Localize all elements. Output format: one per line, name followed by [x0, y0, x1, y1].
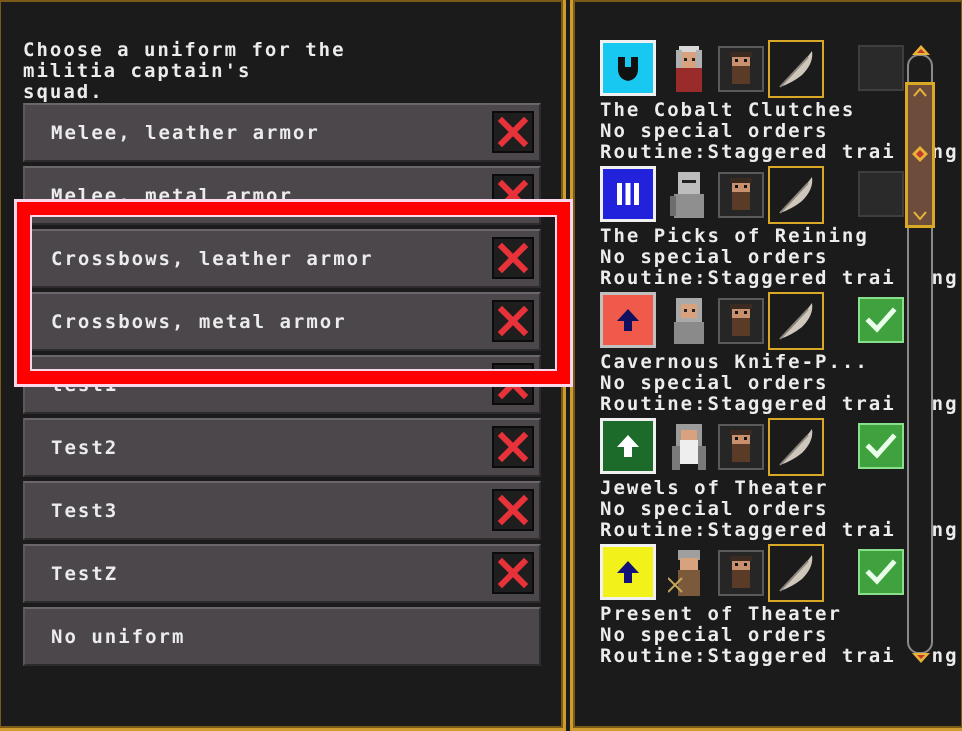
uniform-prompt: Choose a uniform for the militia captain…	[23, 39, 346, 103]
squad-routine: Routine:Staggered trai	[600, 645, 896, 667]
squad-checkbox-checked[interactable]	[858, 423, 904, 469]
knight-portrait-icon	[670, 172, 704, 218]
delete-uniform-button[interactable]	[492, 237, 534, 279]
quill-icon[interactable]	[768, 544, 824, 602]
uniform-list: Melee, leather armor Melee, metal armor …	[23, 103, 541, 670]
delete-uniform-button[interactable]	[492, 111, 534, 153]
squad-orders: No special orders	[600, 498, 829, 520]
squad-list-panel: The Cobalt Clutches No special orders Ro…	[570, 0, 962, 731]
scroll-up-arrow-icon[interactable]	[911, 44, 931, 56]
squad-name: Present of Theater	[600, 603, 842, 625]
uniform-label: Melee, leather armor	[51, 122, 320, 144]
quill-icon[interactable]	[768, 418, 824, 476]
bearded-elder-portrait-icon	[672, 424, 706, 470]
scrollbar-thumb[interactable]	[905, 82, 935, 228]
uniform-label: Crossbows, leather armor	[51, 248, 374, 270]
delete-uniform-button[interactable]	[492, 174, 534, 216]
delete-uniform-button[interactable]	[492, 489, 534, 531]
uniform-label: No uniform	[51, 626, 186, 648]
red-x-icon	[497, 179, 529, 211]
uniform-row-melee-leather[interactable]: Melee, leather armor	[23, 103, 541, 162]
uniform-row-melee-metal[interactable]: Melee, metal armor	[23, 166, 541, 225]
squad-checkbox[interactable]	[858, 171, 904, 217]
uniform-label: Test2	[51, 437, 119, 459]
uniform-label: test1	[51, 374, 119, 396]
quill-icon[interactable]	[768, 40, 824, 98]
crossbow-dwarf-portrait-icon	[668, 550, 700, 596]
uniform-row-crossbows-leather[interactable]: Crossbows, leather armor	[23, 229, 541, 288]
delete-uniform-button[interactable]	[492, 426, 534, 468]
uniform-row-test3[interactable]: Test3	[23, 481, 541, 540]
squad-routine: Routine:Staggered trai	[600, 141, 896, 163]
squad-routine: Routine:Staggered trai	[600, 519, 896, 541]
check-icon	[865, 307, 897, 333]
squad-orders: No special orders	[600, 372, 829, 394]
squad-name: Cavernous Knife-P...	[600, 351, 869, 373]
red-x-icon	[497, 557, 529, 589]
uniform-label: Crossbows, metal armor	[51, 311, 347, 333]
dwarf-portrait-icon	[718, 46, 764, 92]
captain-portrait-icon	[676, 46, 702, 92]
uniform-selection-panel: Choose a uniform for the militia captain…	[0, 0, 566, 731]
uniform-row-no-uniform[interactable]: No uniform	[23, 607, 541, 666]
red-x-icon	[497, 431, 529, 463]
red-x-icon	[497, 305, 529, 337]
uniform-label: Test3	[51, 500, 119, 522]
squad-routine: Routine:Staggered trai	[600, 267, 896, 289]
uniform-row-test2[interactable]: Test2	[23, 418, 541, 477]
delete-uniform-button[interactable]	[492, 363, 534, 405]
squad-routine-tail: ng	[931, 267, 959, 289]
uniform-row-testz[interactable]: TestZ	[23, 544, 541, 603]
squad-routine-tail: ng	[931, 519, 959, 541]
check-icon	[865, 559, 897, 585]
up-arrow-icon[interactable]	[600, 292, 656, 348]
scroll-down-arrow-icon[interactable]	[911, 652, 931, 664]
uniform-label: Melee, metal armor	[51, 185, 293, 207]
check-icon	[865, 433, 897, 459]
quill-icon[interactable]	[768, 292, 824, 350]
dwarf-portrait-icon	[718, 550, 764, 596]
red-x-icon	[497, 494, 529, 526]
delete-uniform-button[interactable]	[492, 552, 534, 594]
squad-routine-tail: ng	[931, 393, 959, 415]
quill-icon[interactable]	[768, 166, 824, 224]
diamond-icon	[912, 146, 928, 162]
uniform-label: TestZ	[51, 563, 119, 585]
dwarf-portrait-icon	[718, 172, 764, 218]
chevron-up-icon	[913, 87, 927, 97]
squad-name: Jewels of Theater	[600, 477, 829, 499]
red-x-icon	[497, 368, 529, 400]
dwarf-portrait-icon	[718, 298, 764, 344]
squad-routine: Routine:Staggered trai	[600, 393, 896, 415]
squad-checkbox[interactable]	[858, 45, 904, 91]
delete-uniform-button[interactable]	[492, 300, 534, 342]
up-arrow-icon[interactable]	[600, 544, 656, 600]
bars-icon[interactable]	[600, 166, 656, 222]
chevron-down-icon	[913, 211, 927, 221]
shield-icon[interactable]	[600, 40, 656, 96]
squad-routine-tail: ng	[931, 141, 959, 163]
squad-checkbox-checked[interactable]	[858, 549, 904, 595]
hooded-portrait-icon	[674, 298, 704, 344]
squad-name: The Picks of Reining	[600, 225, 869, 247]
uniform-row-test1[interactable]: test1	[23, 355, 541, 414]
squad-orders: No special orders	[600, 624, 829, 646]
squad-checkbox-checked[interactable]	[858, 297, 904, 343]
uniform-row-crossbows-metal[interactable]: Crossbows, metal armor	[23, 292, 541, 351]
dwarf-portrait-icon	[718, 424, 764, 470]
squad-routine-tail: ng	[931, 645, 959, 667]
red-x-icon	[497, 242, 529, 274]
squad-orders: No special orders	[600, 246, 829, 268]
red-x-icon	[497, 116, 529, 148]
up-arrow-icon[interactable]	[600, 418, 656, 474]
